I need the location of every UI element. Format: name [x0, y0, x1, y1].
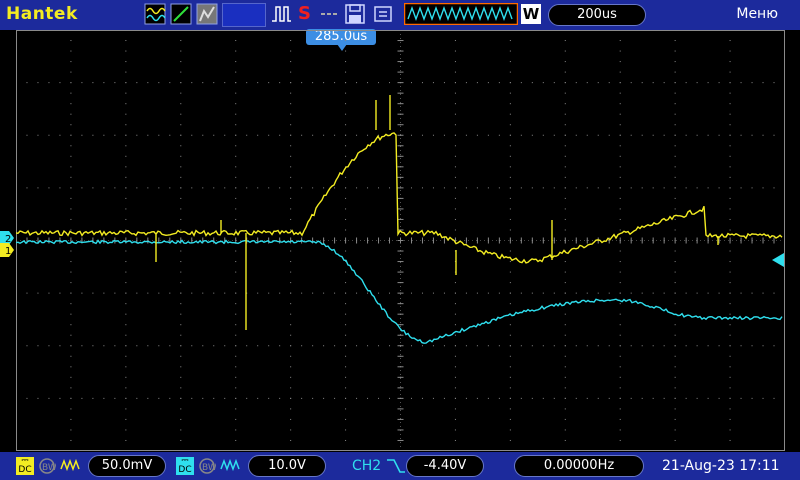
ch2-waveform: [16, 239, 783, 344]
svg-text:BW: BW: [42, 463, 56, 473]
run-state-indicator[interactable]: S: [298, 3, 311, 24]
top-toolbar: Hantek S W 200us Меню: [0, 0, 800, 30]
trigger-level[interactable]: -4.40V: [406, 455, 484, 477]
ch1-bandwidth-icon[interactable]: BW: [38, 457, 56, 475]
ch2-coupling-badge[interactable]: ⎓ DC: [176, 457, 194, 475]
measure-icon[interactable]: [318, 3, 340, 25]
cursor-icon[interactable]: [170, 3, 192, 25]
svg-text:BW: BW: [202, 463, 216, 473]
waveform-window-icon[interactable]: [404, 3, 518, 25]
trigger-slope-falling-icon[interactable]: [386, 457, 406, 475]
ch1-level-marker[interactable]: 1: [0, 243, 14, 257]
ch2-bandwidth-icon[interactable]: BW: [198, 457, 216, 475]
save-icon[interactable]: [344, 3, 366, 25]
svg-text:1: 1: [5, 246, 11, 257]
timebase-readout[interactable]: 200us: [548, 4, 646, 26]
ch1-coupling-badge[interactable]: ⎓ DC: [16, 457, 34, 475]
ch1-volts-div[interactable]: 50.0mV: [88, 455, 166, 477]
datetime: 21-Aug-23 17:11: [662, 458, 780, 474]
menu-button[interactable]: Меню: [736, 6, 778, 22]
persistence-icon[interactable]: [196, 3, 218, 25]
brand-logo: Hantek: [6, 4, 78, 24]
ch1-probe-icon[interactable]: [60, 457, 82, 475]
usb-icon[interactable]: [372, 3, 394, 25]
math-icon[interactable]: [222, 3, 266, 27]
ch1-waveform: [16, 95, 783, 330]
graticule: [16, 30, 785, 451]
w-icon[interactable]: W: [521, 4, 541, 24]
trigger-source[interactable]: CH2: [352, 458, 381, 474]
trigger-level-marker[interactable]: [770, 253, 784, 267]
trigger-edge-icon[interactable]: [270, 3, 292, 25]
trigger-frequency: 0.00000Hz: [514, 455, 644, 477]
waveform-mode-icon[interactable]: [144, 3, 166, 25]
status-bar: ⎓ DC BW 50.0mV ⎓ DC BW 10.0V CH2 -4.40V 0.…: [0, 452, 800, 480]
waveform-display[interactable]: [16, 30, 785, 451]
ch2-volts-div[interactable]: 10.0V: [248, 455, 326, 477]
ch2-probe-icon[interactable]: [220, 457, 242, 475]
